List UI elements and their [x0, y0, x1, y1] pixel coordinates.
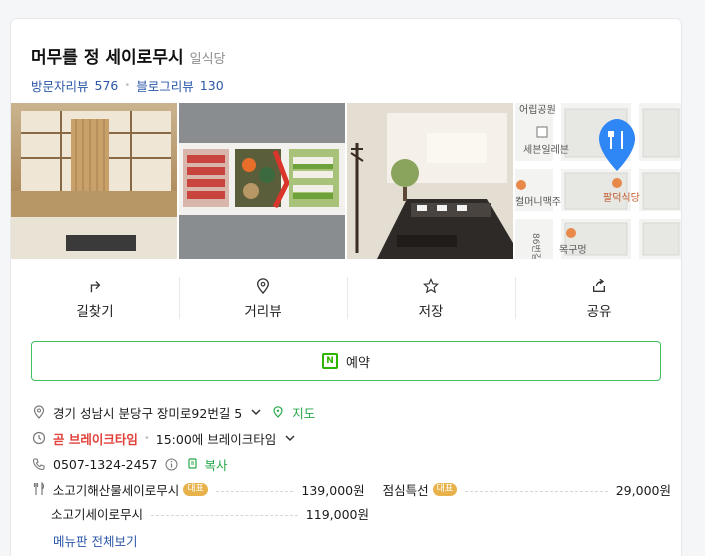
chevron-down-icon[interactable] — [248, 404, 264, 420]
map-link[interactable]: 지도 — [292, 403, 315, 422]
menu-item-price: 119,000원 — [305, 506, 369, 522]
star-icon — [423, 277, 439, 294]
signature-badge: 대표 — [183, 482, 208, 496]
map-link-pin-icon — [270, 404, 286, 420]
share-label: 공유 — [586, 304, 612, 320]
blog-review-count[interactable]: 130 — [200, 78, 224, 93]
blog-review-link[interactable]: 블로그리뷰 — [136, 76, 194, 95]
directions-button[interactable]: 길찾기 — [11, 273, 179, 325]
share-button[interactable]: 공유 — [515, 273, 681, 325]
menu-item-name: 점심특선 — [382, 482, 429, 498]
place-header: 머무를 정 세이로무시 일식당 방문자리뷰 576 • 블로그리뷰 130 — [31, 43, 661, 95]
menu-row: 소고기세이로무시 119,000원 — [31, 501, 671, 525]
menu-more-link[interactable]: 메뉴판 전체보기 — [31, 531, 671, 550]
place-category: 일식당 — [189, 52, 226, 67]
separator-dot: • — [143, 432, 150, 444]
phone-icon — [31, 456, 47, 472]
copy-label: 복사 — [204, 457, 228, 473]
photo-dining-room[interactable] — [347, 103, 513, 259]
menu-list: 소고기해산물세이로무시 대표 139,000원 점심특선 대표 29,000원 … — [31, 477, 671, 550]
status-text: 곧 브레이크타임 — [53, 431, 138, 447]
share-icon — [591, 278, 607, 294]
place-title[interactable]: 머무를 정 세이로무시 — [31, 43, 184, 68]
location-map[interactable]: 어립공원 세븐일레븐 컬머니맥주 팔덕식당 목구멍 86번길 — [515, 103, 681, 259]
leader-dots — [151, 514, 298, 516]
break-time-text[interactable]: 15:00에 브레이크타임 — [156, 429, 277, 448]
menu-item-price: 139,000원 — [301, 482, 365, 498]
menu-row: 소고기해산물세이로무시 대표 139,000원 점심특선 대표 29,000원 — [31, 477, 671, 501]
reserve-label: 예약 — [346, 355, 370, 371]
address-row: 경기 성남시 분당구 장미로92번길 5 지도 — [31, 399, 671, 425]
photo-food-boxes[interactable] — [179, 103, 345, 259]
place-info: 경기 성남시 분당구 장미로92번길 5 지도 곧 브레이크타임 • 15:00… — [31, 399, 671, 477]
photo-interior-door[interactable] — [11, 103, 177, 259]
menu-item[interactable]: 점심특선 대표 29,000원 — [383, 480, 671, 499]
address-text[interactable]: 경기 성남시 분당구 장미로92번길 5 — [53, 403, 242, 422]
directions-icon — [87, 278, 103, 294]
menu-item-name: 소고기세이로무시 — [51, 506, 144, 522]
map-label-road: 86번길 — [530, 233, 541, 259]
chevron-down-icon[interactable] — [282, 430, 298, 446]
signature-badge: 대표 — [432, 482, 458, 496]
hours-row: 곧 브레이크타임 • 15:00에 브레이크타임 — [31, 425, 671, 451]
copy-button[interactable]: 복사 — [185, 455, 227, 474]
clock-icon — [31, 430, 47, 446]
separator-dot: • — [124, 80, 131, 91]
reserve-button[interactable]: N 예약 — [31, 341, 661, 381]
utensils-icon — [31, 481, 47, 497]
leader-dots — [465, 490, 608, 492]
save-button[interactable]: 저장 — [347, 273, 515, 325]
map-label-park: 어립공원 — [519, 103, 556, 116]
copy-icon — [185, 456, 201, 472]
visitor-review-count[interactable]: 576 — [95, 78, 119, 93]
menu-item-price: 29,000원 — [615, 482, 671, 498]
photo-strip: 어립공원 세븐일레븐 컬머니맥주 팔덕식당 목구멍 86번길 — [11, 103, 681, 259]
leader-dots — [215, 490, 294, 492]
street-view-button[interactable]: 거리뷰 — [179, 273, 347, 325]
location-pin-icon — [255, 278, 271, 295]
phone-number[interactable]: 0507-1324-2457 — [53, 457, 157, 472]
phone-row: 0507-1324-2457 복사 — [31, 451, 671, 477]
street-view-label: 거리뷰 — [244, 304, 282, 320]
map-label-7eleven: 세븐일레븐 — [523, 144, 569, 156]
address-pin-icon — [31, 404, 47, 420]
info-icon[interactable] — [163, 456, 179, 472]
menu-item-name: 소고기해산물세이로무시 — [52, 482, 180, 498]
map-label-restaurant: 팔덕식당 — [603, 192, 640, 204]
place-card: 머무를 정 세이로무시 일식당 방문자리뷰 576 • 블로그리뷰 130 어립… — [10, 18, 682, 556]
visitor-review-link[interactable]: 방문자리뷰 — [31, 76, 89, 95]
action-bar: 길찾기 거리뷰 저장 공유 — [11, 273, 681, 325]
map-label-mokgumeong: 목구멍 — [559, 244, 587, 256]
directions-label: 길찾기 — [76, 304, 114, 320]
menu-item[interactable]: 소고기세이로무시 119,000원 — [51, 504, 369, 523]
map-label-beer: 컬머니맥주 — [515, 195, 561, 208]
naver-booking-icon: N — [322, 353, 339, 369]
review-summary: 방문자리뷰 576 • 블로그리뷰 130 — [31, 76, 661, 95]
save-label: 저장 — [418, 304, 444, 320]
menu-item[interactable]: 소고기해산물세이로무시 대표 139,000원 — [53, 480, 365, 499]
